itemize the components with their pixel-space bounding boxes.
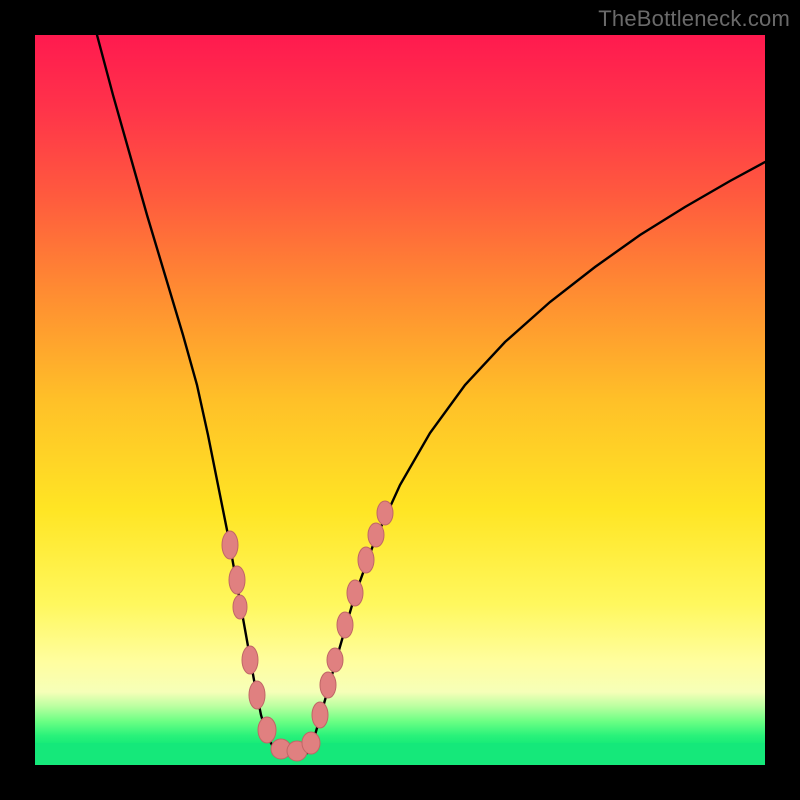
data-marker <box>327 648 343 672</box>
data-marker <box>337 612 353 638</box>
data-marker <box>233 595 247 619</box>
data-marker <box>258 717 276 743</box>
plot-area <box>35 35 765 765</box>
data-marker <box>358 547 374 573</box>
data-marker <box>368 523 384 547</box>
curve-right-branch <box>307 162 765 753</box>
chart-frame: TheBottleneck.com <box>0 0 800 800</box>
data-marker <box>377 501 393 525</box>
data-marker <box>222 531 238 559</box>
data-marker <box>347 580 363 606</box>
data-marker <box>302 732 320 754</box>
watermark-text: TheBottleneck.com <box>598 6 790 32</box>
data-marker <box>312 702 328 728</box>
marker-group <box>222 501 393 761</box>
data-marker <box>242 646 258 674</box>
data-marker <box>320 672 336 698</box>
curve-svg <box>35 35 765 765</box>
data-marker <box>249 681 265 709</box>
curve-left-branch <box>97 35 282 751</box>
data-marker <box>229 566 245 594</box>
